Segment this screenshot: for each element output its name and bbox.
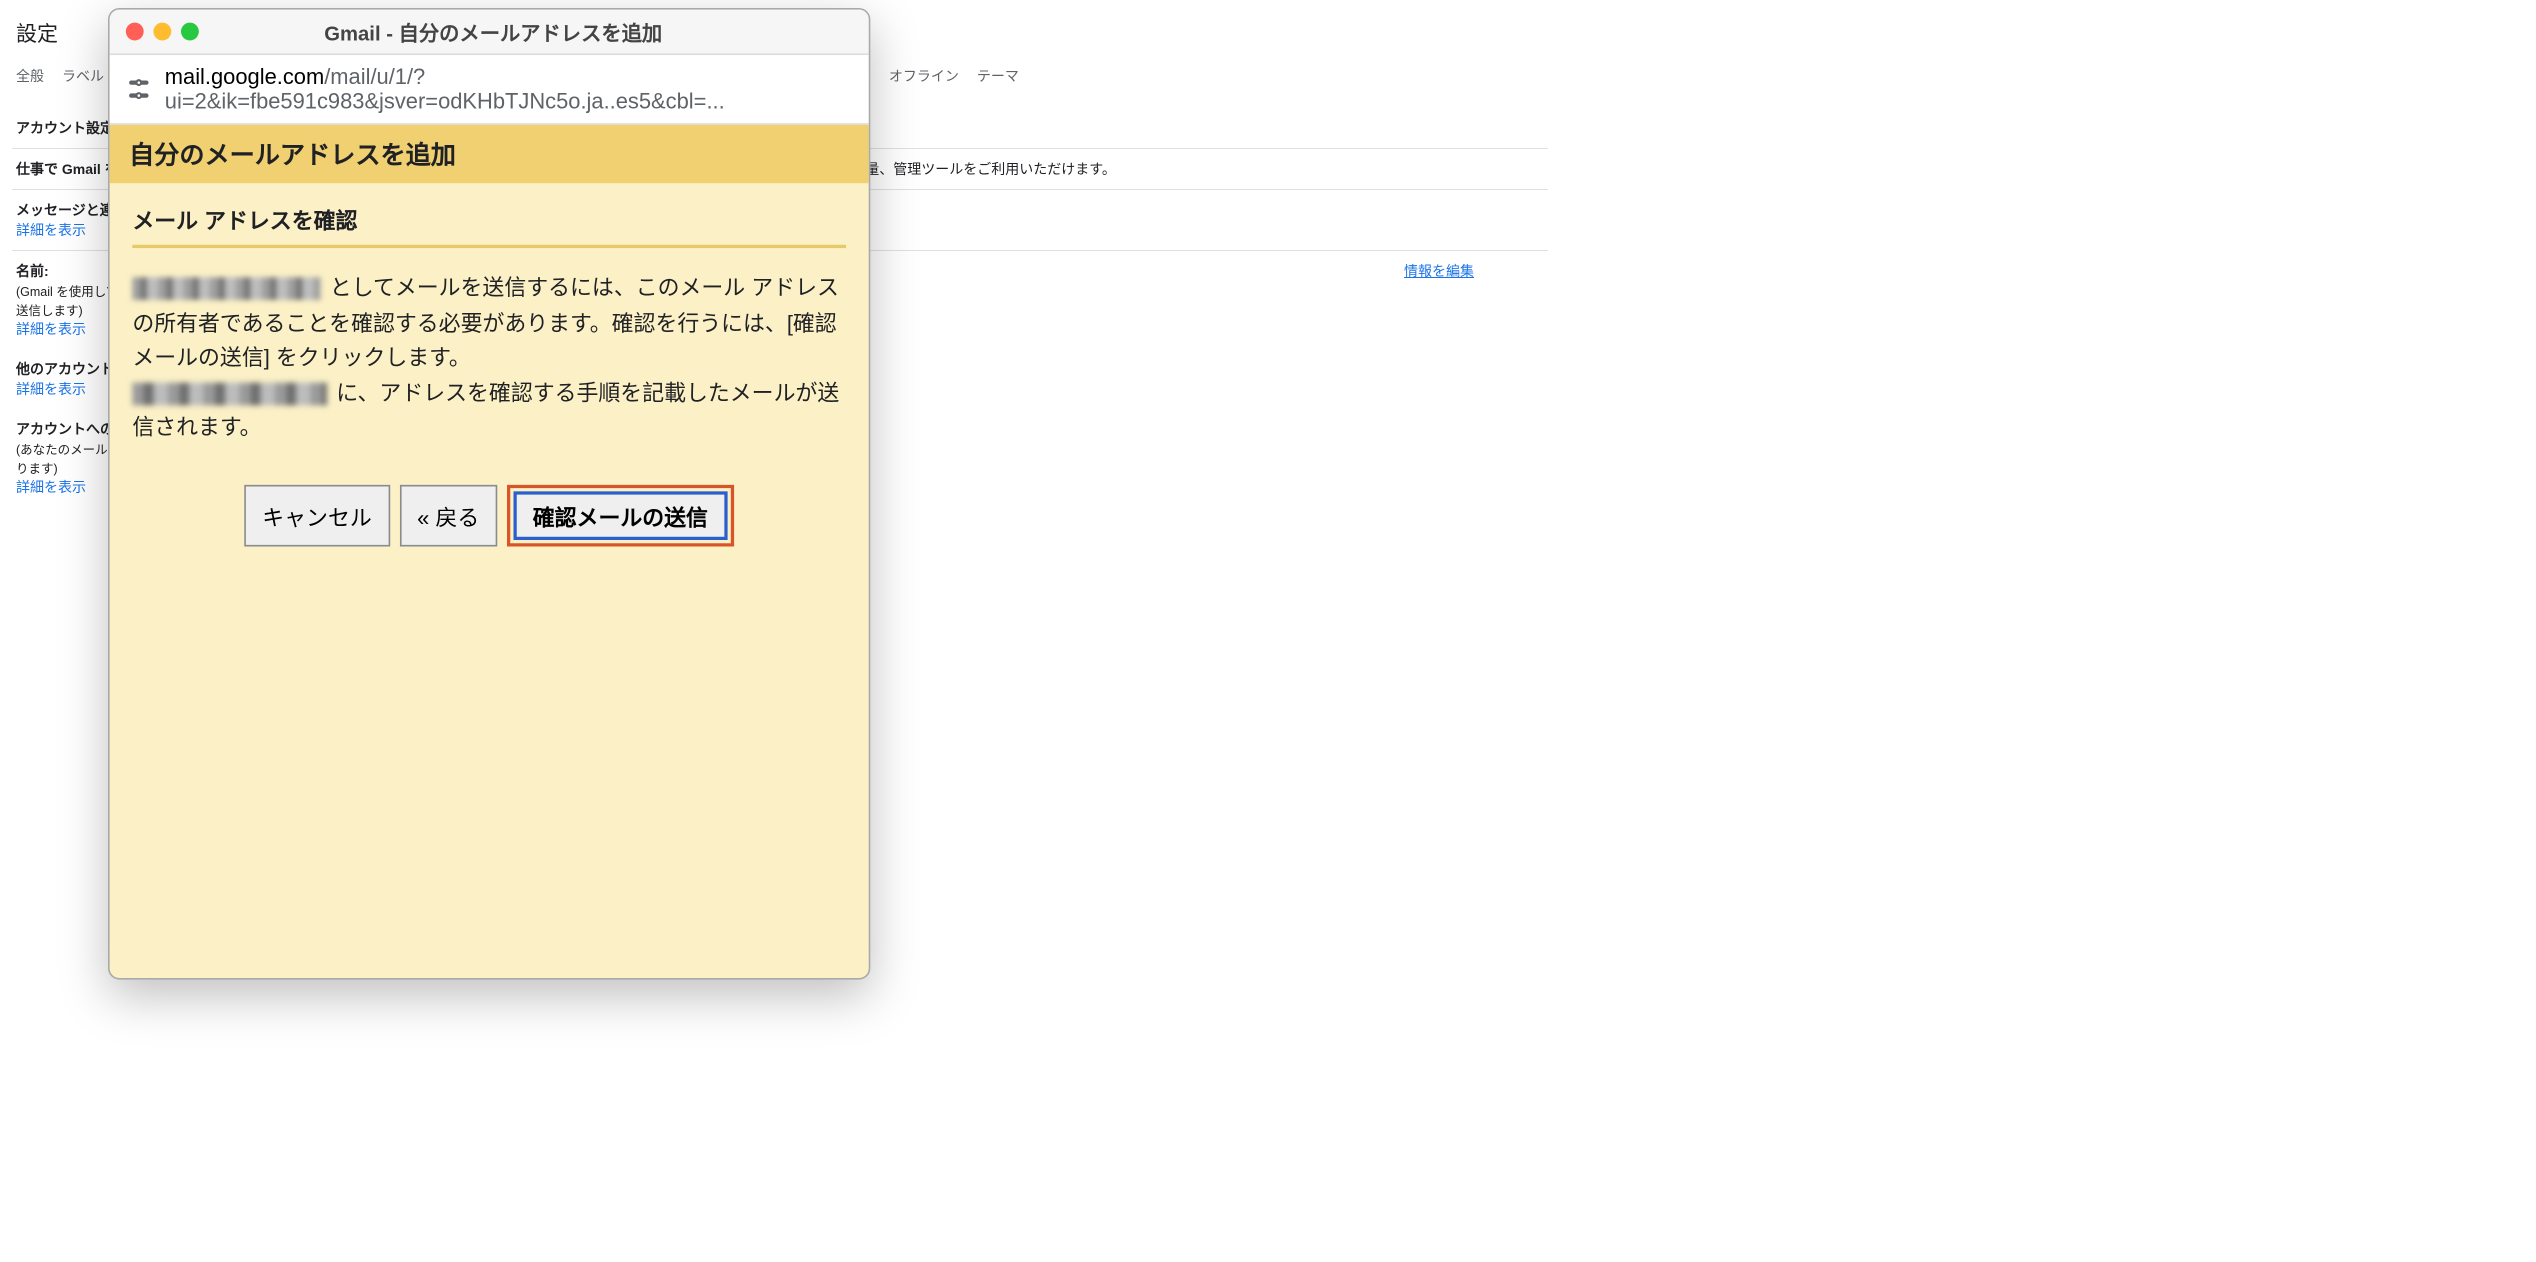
dialog-content: メール アドレスを確認 としてメールを送信するには、このメール アドレスの所有者… — [110, 183, 869, 572]
add-email-dialog: Gmail - 自分のメールアドレスを追加 mail.google.com/ma… — [108, 8, 870, 980]
tab-offline[interactable]: オフライン — [889, 66, 959, 86]
back-button[interactable]: « 戻る — [399, 485, 497, 547]
send-button-highlight: 確認メールの送信 — [507, 485, 734, 547]
name-heading: 名前: — [16, 263, 49, 279]
msg-contacts-detail-link[interactable]: 詳細を表示 — [16, 222, 86, 238]
redacted-email-1 — [132, 278, 320, 301]
send-verification-button[interactable]: 確認メールの送信 — [513, 491, 727, 540]
dialog-empty-area — [110, 572, 869, 977]
tab-labels[interactable]: ラベル — [62, 66, 104, 86]
edit-info-link[interactable]: 情報を編集 — [1404, 263, 1474, 279]
close-icon[interactable] — [126, 23, 144, 41]
confirm-body: としてメールを送信するには、このメール アドレスの所有者であることを確認する必要… — [132, 248, 846, 446]
window-controls — [126, 23, 199, 41]
minimize-icon[interactable] — [153, 23, 171, 41]
dialog-banner: 自分のメールアドレスを追加 — [110, 125, 869, 183]
other-accounts-detail-link[interactable]: 詳細を表示 — [16, 381, 86, 397]
account-access-sub2: ります) — [16, 462, 58, 476]
name-detail-link[interactable]: 詳細を表示 — [16, 321, 86, 337]
url-text: mail.google.com/mail/u/1/?ui=2&ik=fbe591… — [165, 65, 853, 114]
dialog-window-title: Gmail - 自分のメールアドレスを追加 — [212, 16, 775, 47]
site-settings-icon[interactable] — [126, 75, 152, 104]
confirm-heading: メール アドレスを確認 — [132, 203, 846, 248]
tab-general[interactable]: 全般 — [16, 66, 44, 86]
tab-theme[interactable]: テーマ — [977, 66, 1019, 86]
dialog-buttons: キャンセル « 戻る 確認メールの送信 — [132, 446, 846, 573]
cancel-button[interactable]: キャンセル — [244, 485, 389, 547]
dialog-titlebar: Gmail - 自分のメールアドレスを追加 — [110, 10, 869, 55]
dialog-url-bar: mail.google.com/mail/u/1/?ui=2&ik=fbe591… — [110, 55, 869, 125]
account-access-detail-link[interactable]: 詳細を表示 — [16, 479, 86, 495]
redacted-email-2 — [132, 383, 327, 406]
maximize-icon[interactable] — [181, 23, 199, 41]
name-sub2: 送信します) — [16, 304, 83, 318]
url-domain: mail.google.com — [165, 65, 324, 89]
